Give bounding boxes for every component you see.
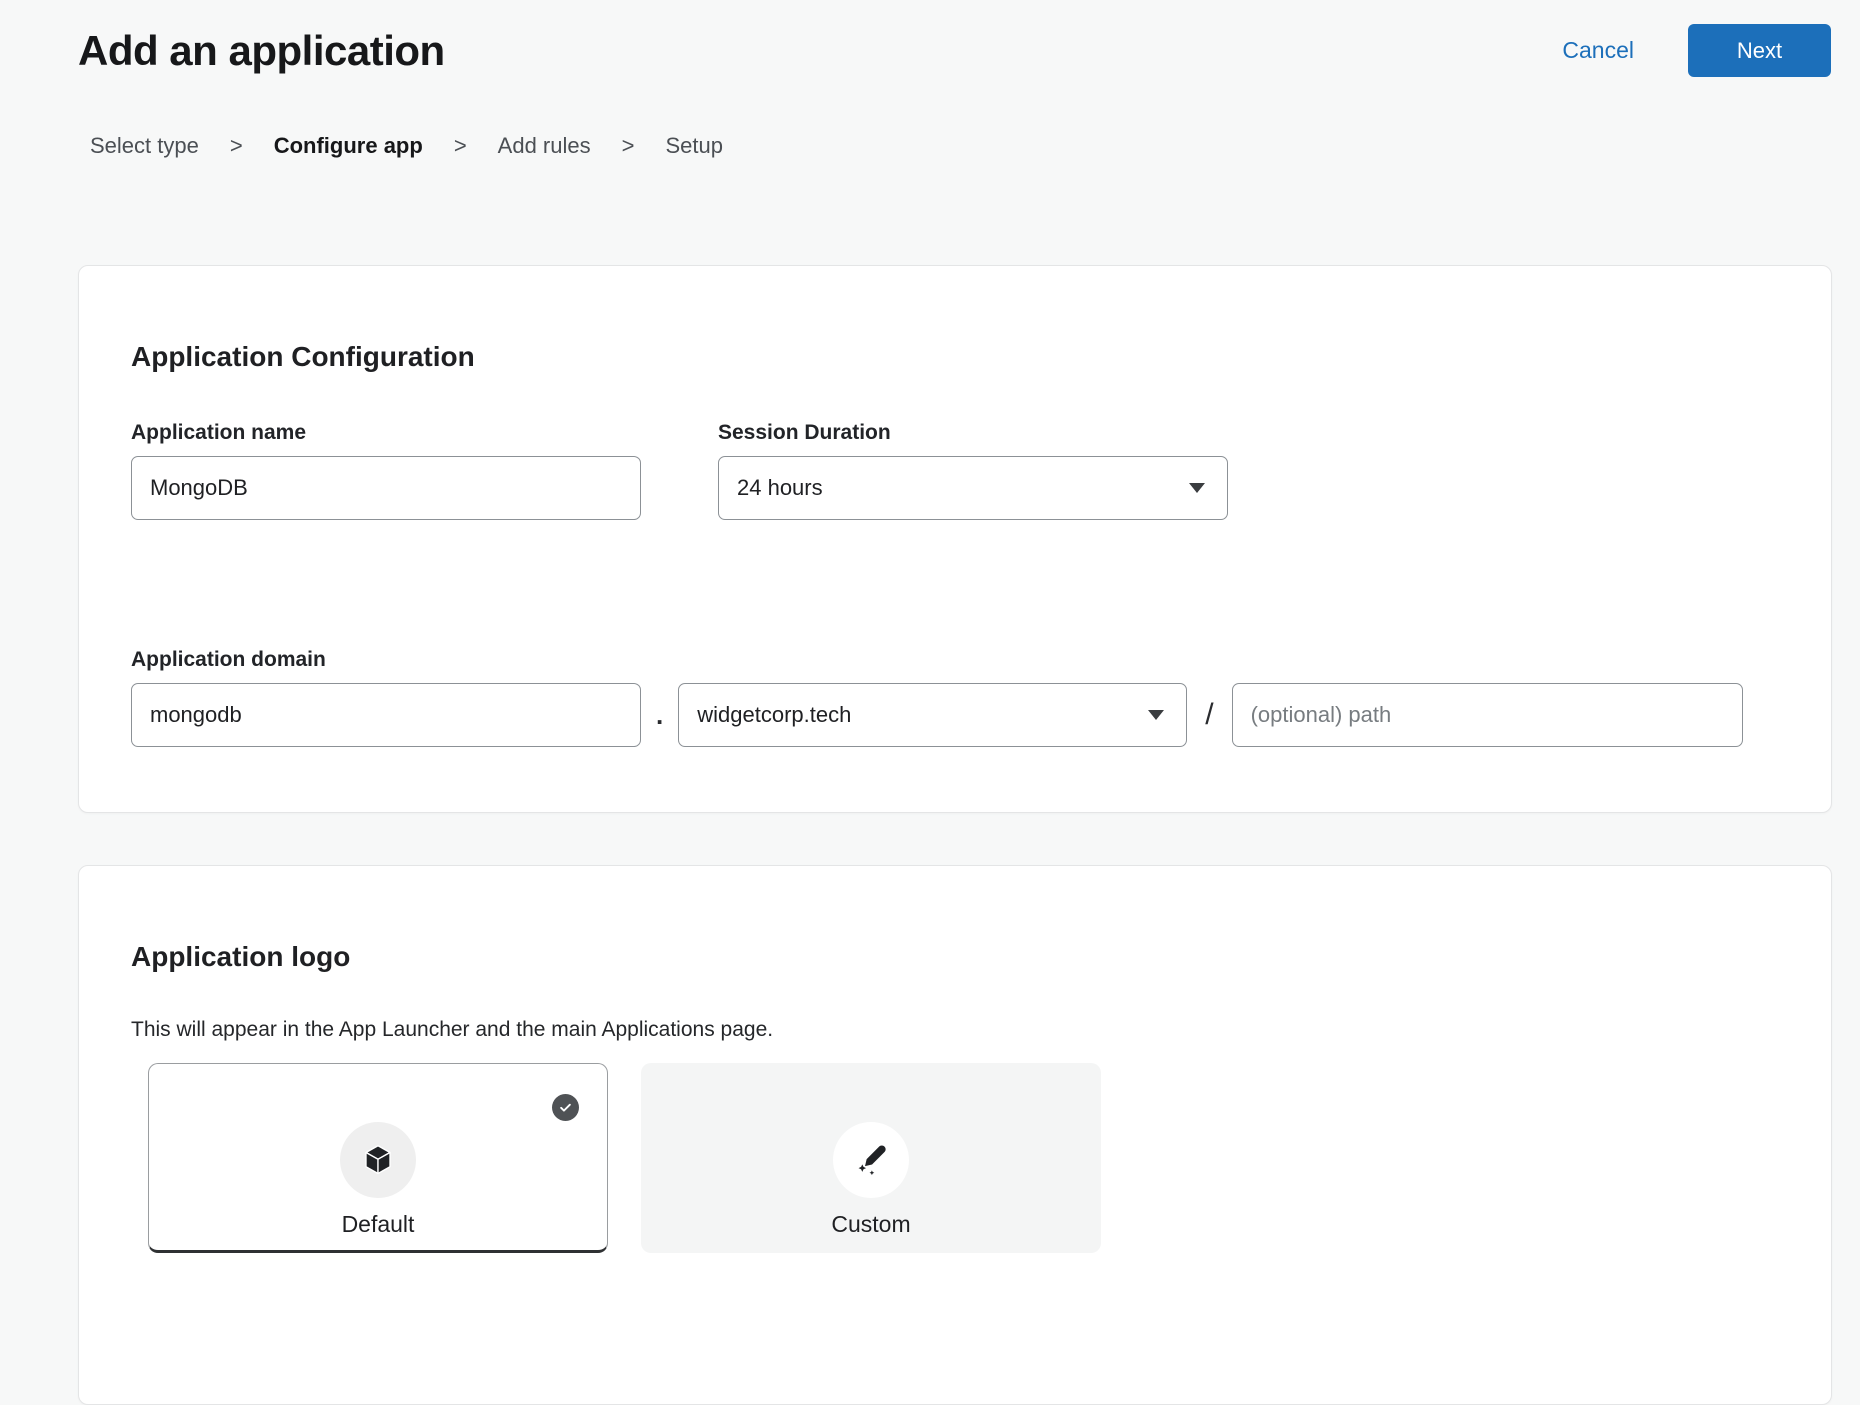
application-name-input[interactable] bbox=[131, 456, 641, 520]
default-logo-circle bbox=[340, 1122, 416, 1198]
breadcrumb-separator: > bbox=[230, 133, 243, 159]
step-setup[interactable]: Setup bbox=[665, 133, 723, 159]
logo-option-label: Default bbox=[342, 1211, 415, 1238]
logo-option-default[interactable]: Default bbox=[148, 1063, 608, 1253]
domain-select-value: widgetcorp.tech bbox=[697, 702, 851, 728]
session-duration-label: Session Duration bbox=[718, 421, 1228, 445]
domain-slash-separator: / bbox=[1205, 698, 1213, 732]
page-header: Add an application Cancel Next bbox=[0, 0, 1860, 77]
next-button[interactable]: Next bbox=[1688, 24, 1831, 77]
session-duration-select[interactable]: 24 hours bbox=[718, 456, 1228, 520]
domain-dot-separator: . bbox=[656, 700, 663, 731]
step-configure-app[interactable]: Configure app bbox=[274, 133, 423, 159]
application-logo-heading: Application logo bbox=[131, 941, 1775, 973]
application-logo-card: Application logo This will appear in the… bbox=[78, 865, 1832, 1405]
session-duration-value: 24 hours bbox=[737, 475, 823, 501]
domain-select[interactable]: widgetcorp.tech bbox=[678, 683, 1187, 747]
logo-option-custom[interactable]: Custom bbox=[641, 1063, 1101, 1253]
application-domain-label: Application domain bbox=[131, 648, 1775, 672]
paintbrush-icon bbox=[853, 1142, 889, 1178]
configuration-heading: Application Configuration bbox=[131, 341, 1775, 373]
cancel-button[interactable]: Cancel bbox=[1556, 36, 1640, 65]
header-actions: Cancel Next bbox=[1556, 24, 1831, 77]
caret-down-icon bbox=[1189, 483, 1205, 493]
path-input[interactable] bbox=[1232, 683, 1743, 747]
logo-option-row: Default Custom bbox=[148, 1063, 1775, 1253]
application-domain-row: . widgetcorp.tech / bbox=[131, 683, 1775, 747]
page-title: Add an application bbox=[78, 27, 445, 75]
check-icon bbox=[552, 1094, 579, 1121]
step-add-rules[interactable]: Add rules bbox=[498, 133, 591, 159]
custom-logo-circle bbox=[833, 1122, 909, 1198]
step-select-type[interactable]: Select type bbox=[90, 133, 199, 159]
subdomain-input[interactable] bbox=[131, 683, 641, 747]
session-duration-field-group: Session Duration 24 hours bbox=[718, 421, 1228, 520]
breadcrumb: Select type > Configure app > Add rules … bbox=[90, 133, 1860, 159]
cube-icon bbox=[360, 1142, 396, 1178]
application-configuration-card: Application Configuration Application na… bbox=[78, 265, 1832, 813]
logo-option-label: Custom bbox=[831, 1211, 910, 1238]
breadcrumb-separator: > bbox=[454, 133, 467, 159]
application-name-field-group: Application name bbox=[131, 421, 641, 520]
caret-down-icon bbox=[1148, 710, 1164, 720]
application-logo-description: This will appear in the App Launcher and… bbox=[131, 1018, 1775, 1042]
application-name-label: Application name bbox=[131, 421, 641, 445]
breadcrumb-separator: > bbox=[622, 133, 635, 159]
